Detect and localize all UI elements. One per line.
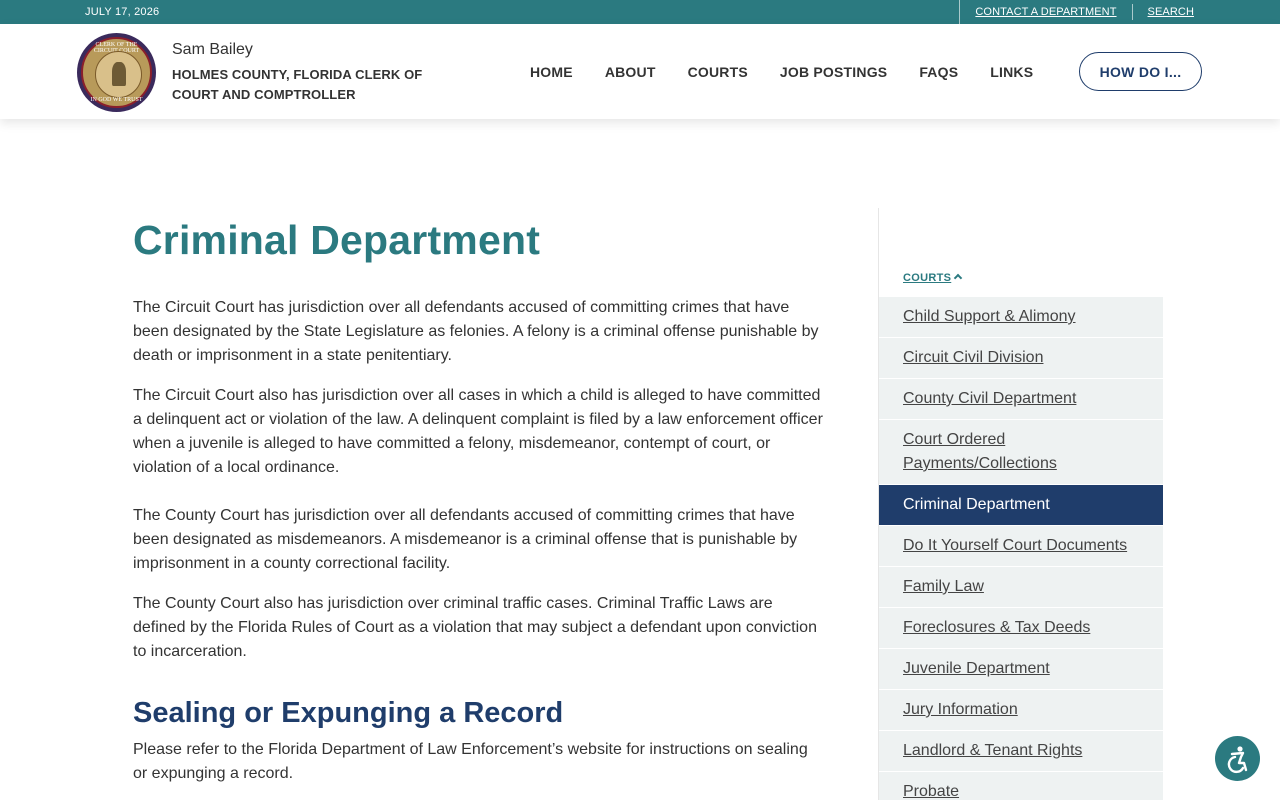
nav-links[interactable]: LINKS	[974, 64, 1049, 80]
sidebar-item[interactable]: Foreclosures & Tax Deeds	[879, 608, 1163, 648]
utility-bar: JULY 17, 2026 CONTACT A DEPARTMENT SEARC…	[0, 0, 1280, 24]
current-date: JULY 17, 2026	[85, 6, 160, 18]
sidebar-item[interactable]: Probate	[879, 772, 1163, 800]
sidebar-item[interactable]: Court Ordered Payments/Collections	[879, 420, 1163, 484]
seal-center	[95, 51, 142, 98]
sidebar-heading-courts[interactable]: COURTS	[879, 272, 1163, 296]
paragraph-circuit-felonies: The Circuit Court has jurisdiction over …	[133, 299, 819, 364]
accessibility-icon	[1227, 745, 1247, 773]
seal-figure-icon	[112, 62, 126, 86]
sidebar-item[interactable]: Circuit Civil Division	[879, 338, 1163, 378]
search-link[interactable]: SEARCH	[1133, 6, 1194, 18]
paragraph-circuit-juvenile: The Circuit Court also has jurisdiction …	[133, 387, 823, 476]
sidebar-item[interactable]: Do It Yourself Court Documents	[879, 526, 1163, 566]
page-title: Criminal Department	[133, 217, 541, 263]
nav-faqs[interactable]: FAQS	[903, 64, 974, 80]
clerk-name[interactable]: Sam Bailey	[172, 41, 253, 59]
sidebar-item[interactable]: Child Support & Alimony	[879, 297, 1163, 337]
utility-links: CONTACT A DEPARTMENT SEARCH	[959, 0, 1194, 24]
sidebar-item[interactable]: Family Law	[879, 567, 1163, 607]
sidebar-heading-label: COURTS	[903, 272, 952, 284]
paragraph-county-misdemeanors: The County Court has jurisdiction over a…	[133, 507, 798, 572]
sidebar-item[interactable]: County Civil Department	[879, 379, 1163, 419]
nav-job-postings[interactable]: JOB POSTINGS	[764, 64, 903, 80]
sidebar-item[interactable]: Criminal Department	[879, 485, 1163, 525]
seal-ring: CLERK OF THE CIRCUIT COURT IN GOD WE TRU…	[81, 37, 152, 108]
contact-department-link[interactable]: CONTACT A DEPARTMENT	[960, 6, 1131, 18]
accessibility-button[interactable]	[1215, 736, 1260, 781]
seal-text-bottom: IN GOD WE TRUST	[90, 97, 143, 103]
site-header: CLERK OF THE CIRCUIT COURT IN GOD WE TRU…	[0, 24, 1280, 119]
main-nav: HOME ABOUT COURTS JOB POSTINGS FAQS LINK…	[514, 52, 1049, 92]
nav-courts[interactable]: COURTS	[672, 64, 764, 80]
section-heading-sealing: Sealing or Expunging a Record	[133, 697, 564, 729]
chevron-up-icon	[954, 273, 963, 283]
office-title[interactable]: HOLMES COUNTY, FLORIDA CLERK OF COURT AN…	[172, 65, 432, 105]
sidebar-item[interactable]: Jury Information	[879, 690, 1163, 730]
nav-home[interactable]: HOME	[514, 64, 589, 80]
paragraph-sealing: Please refer to the Florida Department o…	[133, 741, 808, 782]
sidebar-list: Child Support & Alimony Circuit Civil Div…	[879, 297, 1163, 800]
clerk-seal-logo[interactable]: CLERK OF THE CIRCUIT COURT IN GOD WE TRU…	[77, 33, 156, 112]
sidebar-item[interactable]: Landlord & Tenant Rights	[879, 731, 1163, 771]
main-content: Criminal Department The Circuit Court ha…	[133, 215, 823, 782]
how-do-i-button[interactable]: HOW DO I...	[1079, 52, 1202, 91]
nav-about[interactable]: ABOUT	[589, 64, 672, 80]
courts-sidebar: COURTS Child Support & Alimony Circuit Ci…	[879, 272, 1163, 800]
paragraph-county-traffic: The County Court also has jurisdiction o…	[133, 595, 817, 660]
sidebar-item[interactable]: Juvenile Department	[879, 649, 1163, 689]
